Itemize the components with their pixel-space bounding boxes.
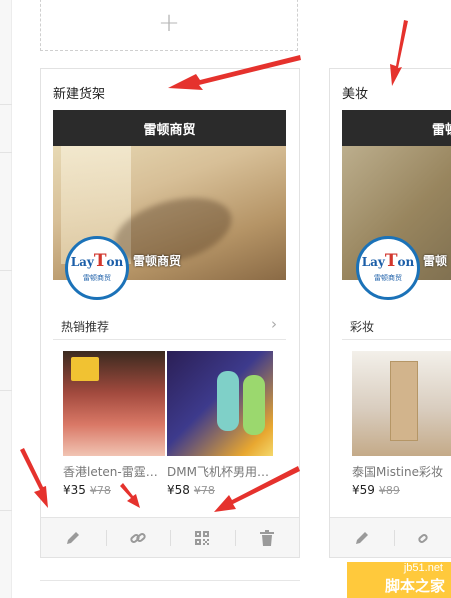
logo-wordmark: LayTon [361, 251, 415, 271]
original-price: ¥78 [193, 484, 215, 497]
logo-subtitle: 雷顿商贸 [374, 274, 402, 282]
product-graphic [217, 371, 239, 431]
edit-button[interactable] [41, 518, 106, 558]
product-image[interactable] [167, 351, 273, 456]
sidebar-divider [0, 510, 12, 511]
trash-icon [259, 529, 274, 546]
sidebar-divider [0, 270, 12, 271]
product-price: ¥58 ¥78 [167, 483, 215, 497]
shelf-title: 新建货架 [53, 87, 106, 102]
product-price: ¥59 ¥89 [352, 483, 400, 497]
sidebar-edge [0, 0, 12, 598]
shelf-action-bar [41, 517, 299, 557]
original-price: ¥78 [89, 484, 111, 497]
section-divider [342, 339, 451, 340]
shop-logo: LayTon 雷顿商贸 [65, 236, 129, 300]
link-icon [130, 532, 146, 543]
shop-banner: 雷顿 [342, 110, 451, 146]
link-icon [418, 533, 428, 543]
logo-wordmark: LayTon [70, 251, 124, 271]
product-package-graphic [390, 361, 418, 441]
qrcode-button[interactable] [170, 518, 235, 558]
original-price: ¥89 [378, 484, 400, 497]
chevron-right-icon[interactable]: › [271, 315, 277, 333]
watermark-name: 脚本之家 [384, 577, 445, 595]
shelf-card-new[interactable]: 新建货架 雷顿商贸 LayTon 雷顿商贸 雷顿商贸 热销推荐 › 香港lete… [40, 68, 300, 558]
product-image[interactable] [352, 351, 451, 456]
sidebar-divider [0, 390, 12, 391]
edit-button[interactable] [330, 518, 394, 558]
delete-button[interactable] [234, 518, 300, 558]
plus-icon: + [158, 7, 180, 38]
product-name[interactable]: 泰国Mistine彩妆 [352, 463, 451, 480]
shelf-action-bar [330, 517, 451, 557]
list-divider [40, 580, 300, 581]
link-button[interactable] [105, 518, 171, 558]
section-title: 彩妆 [350, 320, 375, 334]
link-button[interactable] [394, 518, 451, 558]
shop-name-overlay: 雷顿商贸 [133, 254, 182, 268]
shelf-card-beauty[interactable]: 美妆 雷顿 LayTon 雷顿商贸 雷顿 彩妆 泰国Mistine彩妆 ¥59¥… [329, 68, 451, 558]
logo-subtitle: 雷顿商贸 [83, 274, 111, 282]
sidebar-divider [0, 152, 12, 153]
shelf-title: 美妆 [342, 87, 369, 102]
product-box-graphic [71, 357, 99, 381]
qrcode-icon [195, 530, 210, 545]
shop-banner: 雷顿商贸 [53, 110, 286, 146]
product-graphic [243, 375, 265, 435]
product-name[interactable]: 香港leten-雷霆男用 [63, 463, 167, 480]
shop-name-overlay: 雷顿 [423, 254, 448, 268]
section-title: 热销推荐 [61, 320, 110, 334]
product-price: ¥35 ¥78 [63, 483, 111, 497]
pencil-icon [356, 531, 368, 544]
shop-logo: LayTon 雷顿商贸 [356, 236, 420, 300]
pencil-icon [67, 531, 80, 544]
add-shelf-button[interactable]: + [40, 0, 298, 51]
product-image[interactable] [63, 351, 165, 456]
section-divider [53, 339, 286, 340]
site-watermark: jb51.net 脚本之家 [311, 562, 451, 598]
sidebar-divider [0, 104, 12, 105]
watermark-url: jb51.net [403, 562, 443, 574]
product-name[interactable]: DMM飞机杯男用自慰 [167, 463, 273, 480]
